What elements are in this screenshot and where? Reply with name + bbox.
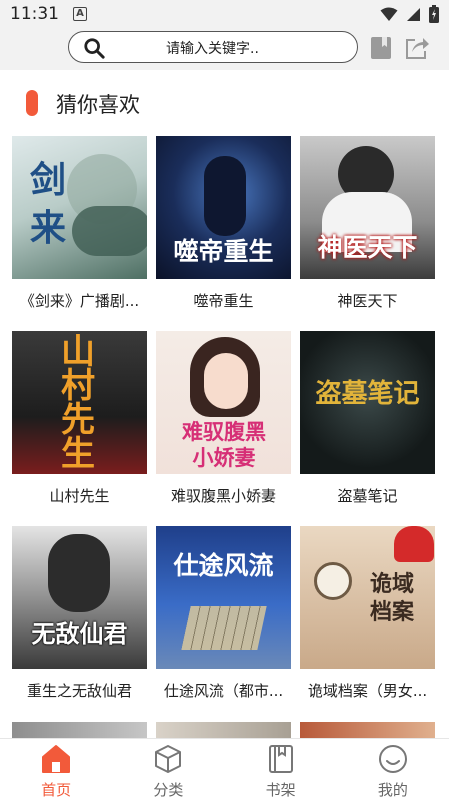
cover-title: 诡域档案 xyxy=(369,571,414,625)
cover-title: 噬帝重生 xyxy=(173,237,274,266)
nav-bookshelf[interactable]: 书架 xyxy=(225,739,337,800)
book-cover: 剑来 xyxy=(12,136,147,279)
book-item[interactable]: 盗墓笔记 盗墓笔记 xyxy=(300,331,435,505)
nav-mine[interactable]: 我的 xyxy=(337,739,449,800)
smiley-icon xyxy=(378,745,407,773)
home-icon xyxy=(42,745,70,773)
wifi-icon xyxy=(380,7,398,21)
search-input[interactable]: 请输入关键字.. xyxy=(68,31,358,63)
book-item[interactable]: 山村先生 山村先生 xyxy=(12,331,147,505)
book-item[interactable]: 难驭腹黑小娇妻 难驭腹黑小娇妻 xyxy=(156,331,291,505)
cover-title: 难驭腹黑小娇妻 xyxy=(182,419,266,470)
search-header: 请输入关键字.. xyxy=(0,28,449,70)
cube-icon xyxy=(155,745,182,773)
book-cover: 诡域档案 xyxy=(300,526,435,669)
book-title: 神医天下 xyxy=(337,292,398,310)
battery-icon xyxy=(429,5,439,23)
nav-category[interactable]: 分类 xyxy=(112,739,224,800)
book-item[interactable]: 无敌仙君 重生之无敌仙君 xyxy=(12,526,147,700)
cover-title: 神医天下 xyxy=(317,233,418,262)
book-cover-partial xyxy=(12,722,147,738)
share-icon[interactable] xyxy=(404,36,430,60)
nav-bookshelf-label: 书架 xyxy=(265,781,296,799)
book-item[interactable]: 神医天下 神医天下 xyxy=(300,136,435,310)
cover-title: 盗墓笔记 xyxy=(315,379,420,409)
book-title: 《剑来》广播剧... xyxy=(19,292,140,310)
cellular-icon xyxy=(407,7,420,21)
book-title: 难驭腹黑小娇妻 xyxy=(170,487,276,505)
book-cover: 难驭腹黑小娇妻 xyxy=(156,331,291,474)
book-title: 重生之无敌仙君 xyxy=(26,682,132,700)
cover-title: 无敌仙君 xyxy=(31,619,128,648)
book-title: 噬帝重生 xyxy=(193,292,254,310)
section-title: 猜你喜欢 xyxy=(56,93,140,117)
section-accent-bar xyxy=(26,90,38,116)
book-title: 山村先生 xyxy=(49,487,110,505)
book-cover: 神医天下 xyxy=(300,136,435,279)
cover-title: 剑来 xyxy=(30,159,67,249)
book-cover: 山村先生 xyxy=(12,331,147,474)
search-icon xyxy=(84,38,105,59)
bottom-nav: 首页 分类 书架 我的 xyxy=(0,738,449,800)
book-title: 诡域档案（男女... xyxy=(307,682,428,700)
status-bar: 11:31 A xyxy=(0,0,449,28)
cover-title: 山村先生 xyxy=(61,332,95,474)
book-cover: 无敌仙君 xyxy=(12,526,147,669)
nav-category-label: 分类 xyxy=(153,781,184,799)
book-title: 仕途风流（都市... xyxy=(163,682,284,700)
book-cover: 噬帝重生 xyxy=(156,136,291,279)
book-item[interactable]: 噬帝重生 噬帝重生 xyxy=(156,136,291,310)
book-icon xyxy=(268,745,293,773)
book-title: 盗墓笔记 xyxy=(337,487,398,505)
book-cover: 仕途风流 xyxy=(156,526,291,669)
book-cover-partial xyxy=(300,722,435,738)
book-cover-partial xyxy=(156,722,291,738)
bookmark-icon[interactable] xyxy=(370,36,392,60)
nav-home-label: 首页 xyxy=(41,781,72,799)
nav-mine-label: 我的 xyxy=(377,781,408,799)
book-cover: 盗墓笔记 xyxy=(300,331,435,474)
search-placeholder: 请输入关键字.. xyxy=(166,41,259,57)
status-time: 11:31 xyxy=(10,4,59,24)
section-header: 猜你喜欢 xyxy=(0,70,449,126)
book-item[interactable]: 仕途风流 仕途风流（都市... xyxy=(156,526,291,700)
book-item[interactable]: 剑来 《剑来》广播剧... xyxy=(12,136,147,310)
notification-a-icon: A xyxy=(73,7,87,21)
nav-home[interactable]: 首页 xyxy=(0,739,112,800)
book-item[interactable]: 诡域档案 诡域档案（男女... xyxy=(300,526,435,700)
cover-title: 仕途风流 xyxy=(173,551,274,580)
